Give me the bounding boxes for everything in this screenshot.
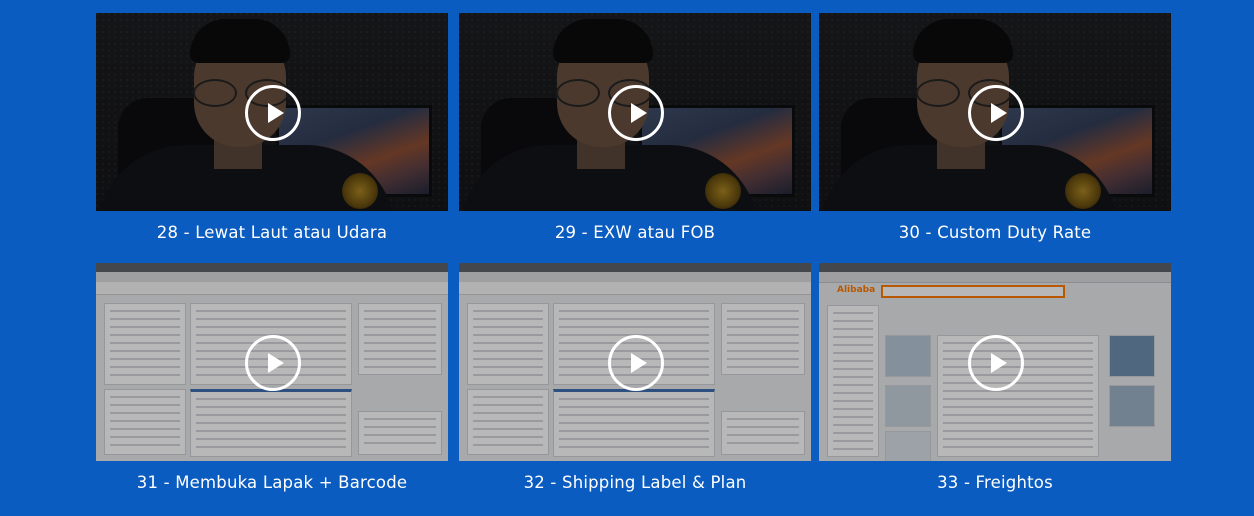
- video-thumbnail[interactable]: [96, 13, 448, 211]
- video-grid: 28 - Lewat Laut atau Udara 29 - EXW atau…: [0, 0, 1254, 516]
- video-card[interactable]: 28 - Lewat Laut atau Udara: [96, 13, 448, 242]
- video-thumbnail[interactable]: [459, 13, 811, 211]
- video-card[interactable]: 31 - Membuka Lapak + Barcode: [96, 263, 448, 492]
- video-thumbnail[interactable]: [819, 13, 1171, 211]
- video-title[interactable]: 29 - EXW atau FOB: [459, 223, 811, 242]
- video-title[interactable]: 32 - Shipping Label & Plan: [459, 473, 811, 492]
- video-card[interactable]: 32 - Shipping Label & Plan: [459, 263, 811, 492]
- play-icon[interactable]: [608, 85, 664, 141]
- play-icon[interactable]: [968, 85, 1024, 141]
- play-icon[interactable]: [245, 335, 301, 391]
- video-title[interactable]: 31 - Membuka Lapak + Barcode: [96, 473, 448, 492]
- video-card[interactable]: Alibaba 33 - Freightos: [819, 263, 1171, 492]
- video-title[interactable]: 30 - Custom Duty Rate: [819, 223, 1171, 242]
- video-card[interactable]: 29 - EXW atau FOB: [459, 13, 811, 242]
- video-thumbnail[interactable]: Alibaba: [819, 263, 1171, 461]
- video-thumbnail[interactable]: [96, 263, 448, 461]
- video-thumbnail[interactable]: [459, 263, 811, 461]
- play-icon[interactable]: [245, 85, 301, 141]
- video-title[interactable]: 28 - Lewat Laut atau Udara: [96, 223, 448, 242]
- video-title[interactable]: 33 - Freightos: [819, 473, 1171, 492]
- play-icon[interactable]: [968, 335, 1024, 391]
- video-card[interactable]: 30 - Custom Duty Rate: [819, 13, 1171, 242]
- play-icon[interactable]: [608, 335, 664, 391]
